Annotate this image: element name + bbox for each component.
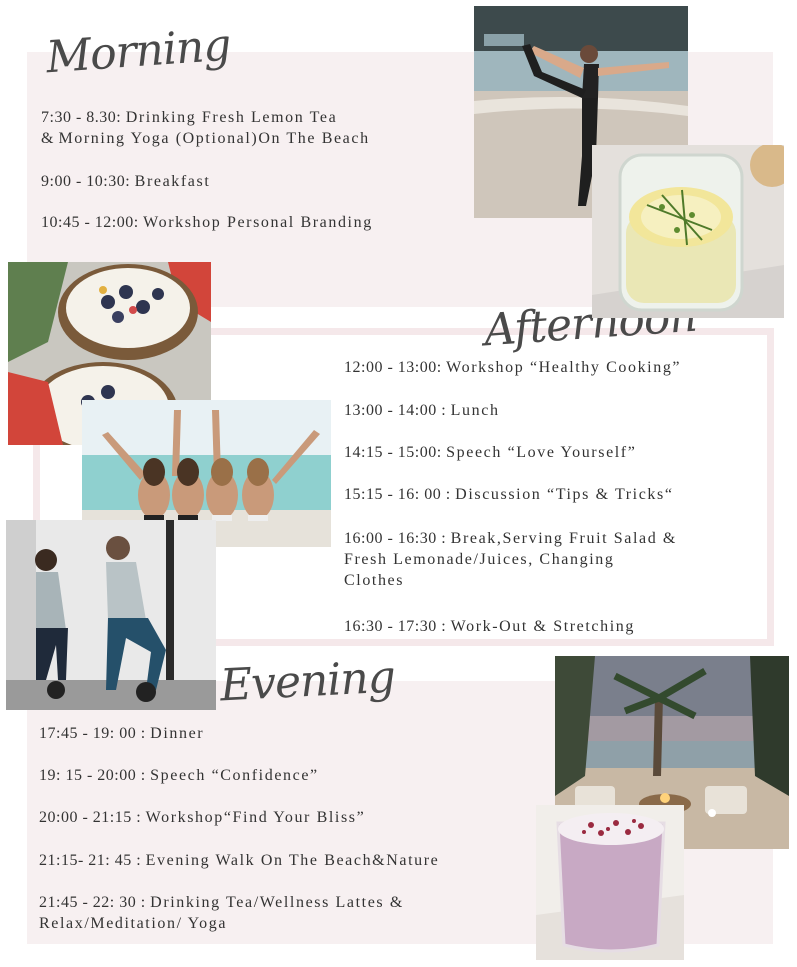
item-time: 21:45 - 22: 30 : <box>39 894 151 911</box>
item-text: Workshop“Find Your Bliss” <box>145 809 366 826</box>
item-time: 16:00 - 16:30 : <box>344 530 451 547</box>
item-text: Lunch <box>450 402 500 419</box>
afternoon-item: 16:00 - 16:30 : Break,Serving Fruit Sala… <box>344 528 677 549</box>
item-text: Clothes <box>344 572 405 589</box>
item-text: Workshop Personal Branding <box>143 214 373 231</box>
item-text: Workshop “Healthy Cooking” <box>446 359 682 376</box>
item-text: Break,Serving Fruit Salad & <box>450 530 677 547</box>
item-time: 13:00 - 14:00 : <box>344 402 451 419</box>
item-time: 21:15- 21: 45 : <box>39 852 146 869</box>
workout-photo <box>6 520 216 710</box>
item-text: Breakfast <box>134 173 211 190</box>
afternoon-item: 15:15 - 16: 00 : Discussion “Tips & Tric… <box>344 484 674 505</box>
item-time: 15:15 - 16: 00 : <box>344 486 456 503</box>
evening-item: 21:15- 21: 45 : Evening Walk On The Beac… <box>39 850 439 871</box>
morning-item: 7:30 - 8.30: Drinking Fresh Lemon Tea <box>41 107 337 128</box>
item-text: Morning Yoga (Optional)On The Beach <box>58 130 370 147</box>
item-time: 14:15 - 15:00: <box>344 444 447 461</box>
item-text: Discussion “Tips & Tricks“ <box>455 486 674 503</box>
item-time: 17:45 - 19: 00 : <box>39 725 151 742</box>
item-time: 12:00 - 13:00: <box>344 359 447 376</box>
afternoon-item: Clothes <box>344 570 404 591</box>
item-text: Speech “Love Yourself” <box>446 444 637 461</box>
afternoon-item: 13:00 - 14:00 : Lunch <box>344 400 500 421</box>
morning-heading: Morning <box>44 19 233 84</box>
afternoon-item: Fresh Lemonade/Juices, Changing <box>344 549 614 570</box>
afternoon-item: 14:15 - 15:00: Speech “Love Yourself” <box>344 442 636 463</box>
item-time: & <box>41 130 59 147</box>
item-text: Drinking Fresh Lemon Tea <box>125 109 338 126</box>
item-time: 10:45 - 12:00: <box>41 214 144 231</box>
item-text: Relax/Meditation/ Yoga <box>39 915 228 932</box>
latte-photo <box>536 805 684 960</box>
item-text: Fresh Lemonade/Juices, Changing <box>344 551 615 568</box>
item-time: 7:30 - 8.30: <box>41 109 126 126</box>
evening-item: 17:45 - 19: 00 : Dinner <box>39 723 204 744</box>
evening-item: Relax/Meditation/ Yoga <box>39 913 227 934</box>
item-text: Drinking Tea/Wellness Lattes & <box>150 894 404 911</box>
item-time: 20:00 - 21:15 : <box>39 809 146 826</box>
evening-item: 20:00 - 21:15 : Workshop“Find Your Bliss… <box>39 807 365 828</box>
morning-item: & Morning Yoga (Optional)On The Beach <box>41 128 370 149</box>
item-time: 9:00 - 10:30: <box>41 173 135 190</box>
afternoon-item: 16:30 - 17:30 : Work-Out & Stretching <box>344 616 635 637</box>
evening-heading: Evening <box>218 651 397 712</box>
morning-item: 9:00 - 10:30: Breakfast <box>41 171 210 192</box>
item-time: 19: 15 - 20:00 : <box>39 767 151 784</box>
item-text: Evening Walk On The Beach&Nature <box>145 852 440 869</box>
item-text: Dinner <box>150 725 205 742</box>
item-time: 16:30 - 17:30 : <box>344 618 451 635</box>
lemon-tea-photo <box>592 145 784 318</box>
evening-item: 19: 15 - 20:00 : Speech “Confidence” <box>39 765 319 786</box>
item-text: Speech “Confidence” <box>150 767 319 784</box>
morning-item: 10:45 - 12:00: Workshop Personal Brandin… <box>41 212 373 233</box>
item-text: Work-Out & Stretching <box>450 618 635 635</box>
afternoon-item: 12:00 - 13:00: Workshop “Healthy Cooking… <box>344 357 681 378</box>
evening-item: 21:45 - 22: 30 : Drinking Tea/Wellness L… <box>39 892 404 913</box>
